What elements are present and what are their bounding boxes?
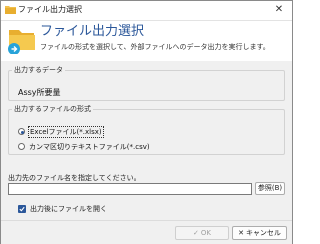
close-icon: ✕ [238, 229, 244, 237]
browse-button[interactable]: 参照(B) [255, 182, 285, 195]
dialog-window: ファイル出力選択 ✕ ファイル出力選択 ファイルの形式を選択して、外部ファイルへ… [0, 0, 293, 244]
folder-icon [8, 30, 35, 54]
open-after-label[interactable]: 出力後にファイルを開く [30, 204, 107, 214]
close-icon[interactable]: ✕ [271, 2, 287, 18]
file-format-legend: 出力するファイルの形式 [14, 105, 91, 113]
cancel-button[interactable]: ✕ キャンセル [232, 226, 287, 240]
dialog-header: ファイル出力選択 ファイルの形式を選択して、外部ファイルへのデータ出力を実行しま… [1, 21, 292, 61]
page-description: ファイルの形式を選択して、外部ファイルへのデータ出力を実行します。 [40, 43, 270, 51]
ok-label: OK [200, 229, 211, 237]
cancel-label: キャンセル [245, 229, 281, 237]
radio-xlsx-label[interactable]: Excelファイル(*.xlsx) [28, 125, 104, 138]
radio-xlsx[interactable] [18, 128, 25, 135]
output-data-group: 出力するデータ Assy所要量 [8, 65, 285, 101]
window-title: ファイル出力選択 [18, 5, 82, 14]
output-path-input[interactable] [8, 183, 252, 195]
output-data-value: Assy所要量 [18, 88, 61, 97]
dialog-footer: ✓ OK ✕ キャンセル [1, 220, 292, 244]
open-after-checkbox-row[interactable]: 出力後にファイルを開く [18, 204, 107, 214]
open-after-checkbox[interactable] [18, 205, 26, 213]
radio-csv[interactable] [18, 143, 25, 150]
folder-icon [5, 6, 16, 14]
ok-button[interactable]: ✓ OK [175, 226, 229, 240]
output-data-legend: 出力するデータ [14, 66, 63, 74]
radio-csv-label[interactable]: カンマ区切りテキストファイル(*.csv) [28, 142, 151, 152]
output-path-label: 出力先のファイル名を指定してください。 [8, 174, 141, 182]
format-option-csv[interactable]: カンマ区切りテキストファイル(*.csv) [18, 141, 151, 152]
page-title: ファイル出力選択 [40, 24, 145, 39]
title-bar: ファイル出力選択 ✕ [1, 1, 292, 21]
file-format-group: 出力するファイルの形式 Excelファイル(*.xlsx) カンマ区切りテキスト… [8, 104, 285, 155]
check-icon: ✓ [193, 229, 199, 237]
format-option-xlsx[interactable]: Excelファイル(*.xlsx) [18, 125, 104, 138]
check-icon [19, 206, 25, 212]
